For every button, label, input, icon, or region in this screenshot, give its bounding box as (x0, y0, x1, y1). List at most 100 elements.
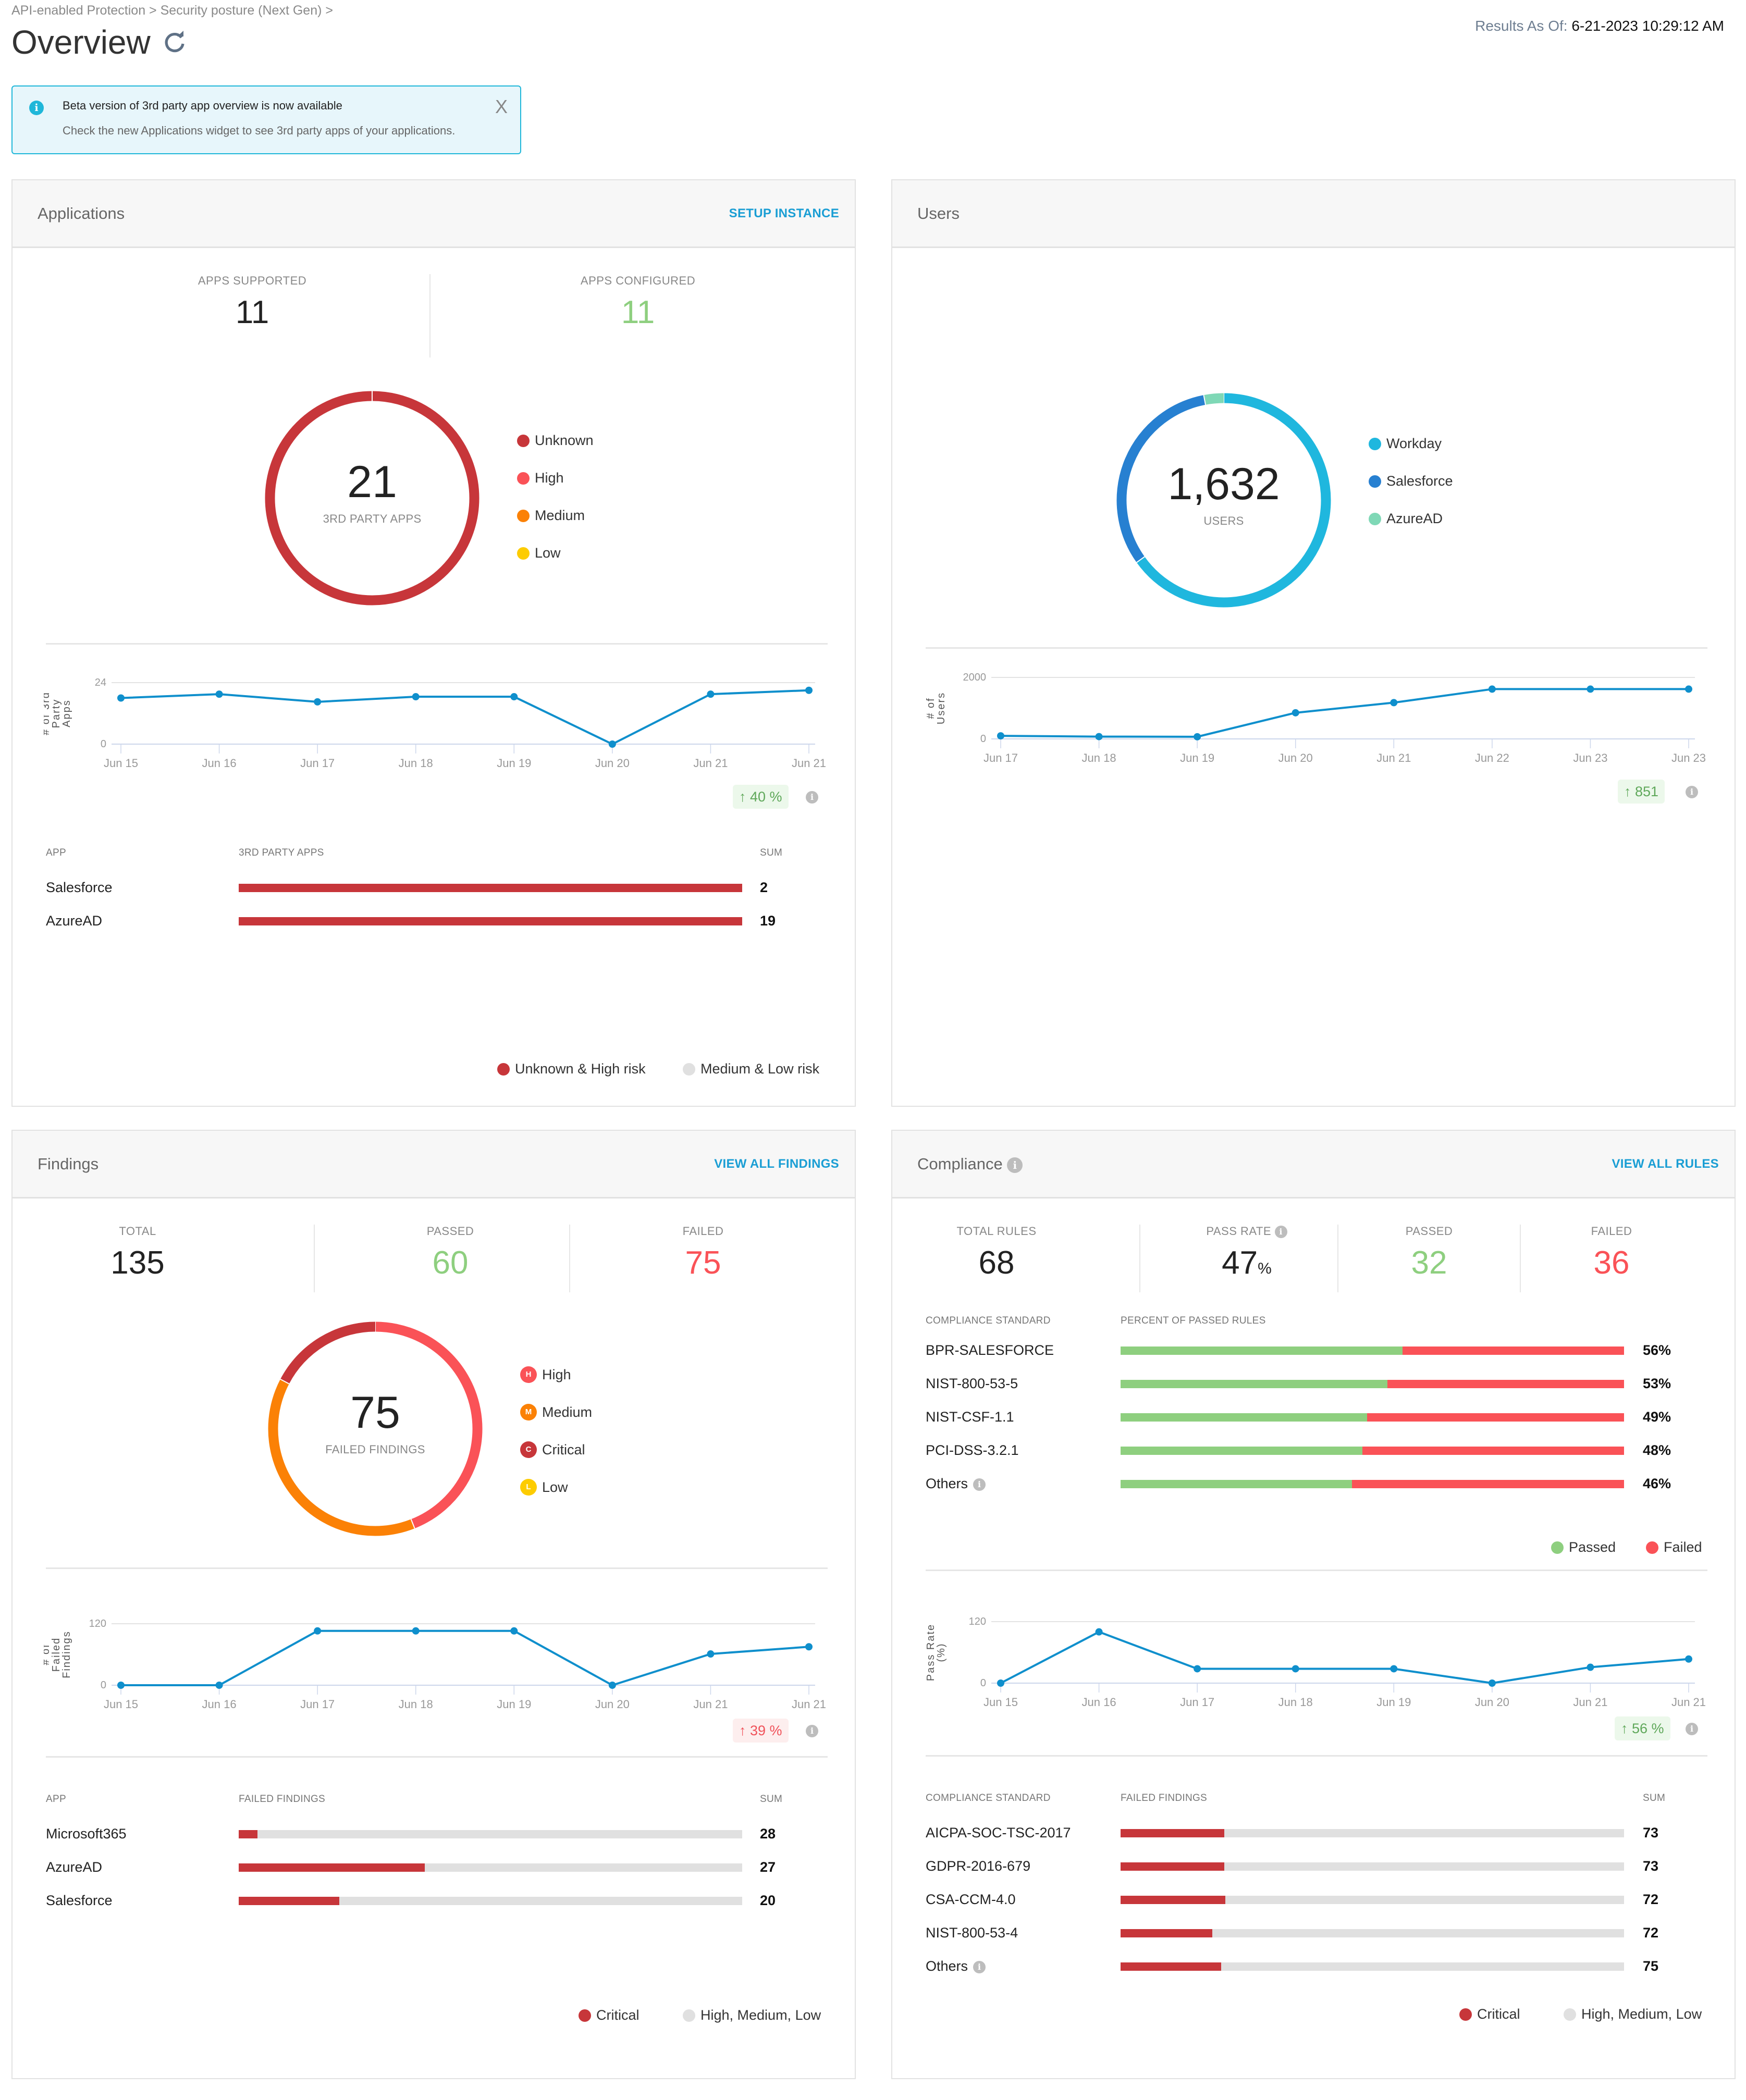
col-header-sum: SUM (1643, 1793, 1666, 1803)
stat-value: 68 (978, 1245, 1015, 1281)
stacked-bar[interactable] (1121, 1347, 1624, 1355)
data-point[interactable] (1685, 1655, 1692, 1663)
stacked-bar[interactable] (1121, 1862, 1624, 1871)
breadcrumb[interactable]: API-enabled Protection > Security postur… (11, 3, 333, 18)
stat-total-rules: TOTAL RULES 68 (913, 1225, 1080, 1281)
data-point[interactable] (805, 1643, 813, 1651)
stat-label: PASSED (426, 1225, 474, 1238)
stacked-bar[interactable] (1121, 1829, 1624, 1837)
data-point[interactable] (1685, 685, 1692, 693)
stacked-bar[interactable] (239, 884, 742, 892)
stacked-bar[interactable] (1121, 1962, 1624, 1971)
divider (926, 1570, 1707, 1571)
info-icon[interactable]: i (1686, 1723, 1698, 1735)
trend-value: 39 % (750, 1722, 782, 1738)
col-header-app: APP (46, 847, 66, 858)
x-tick-label: Jun 18 (1278, 1696, 1313, 1709)
info-icon[interactable]: i (1274, 1226, 1287, 1239)
banner-text: Check the new Applications widget to see… (63, 124, 456, 137)
data-point[interactable] (1095, 733, 1103, 740)
card-title: Compliance i (917, 1155, 1023, 1173)
data-point[interactable] (1390, 1665, 1398, 1673)
divider (314, 1225, 315, 1292)
stat-value: 32 (1411, 1245, 1447, 1281)
donut-total: 1,632 (1167, 459, 1280, 509)
data-point[interactable] (805, 686, 813, 694)
card-header: Compliance i VIEW ALL RULES (892, 1131, 1735, 1199)
data-point[interactable] (707, 1650, 715, 1658)
info-icon[interactable]: i (973, 1960, 986, 1973)
bar-fill (1121, 1896, 1225, 1904)
pass-rate-unit: % (1258, 1260, 1272, 1278)
data-point[interactable] (1488, 1679, 1496, 1687)
x-tick-label: Jun 17 (300, 1698, 335, 1711)
data-point[interactable] (997, 1679, 1004, 1687)
trend-value: 40 % (750, 788, 782, 805)
stacked-bar[interactable] (1121, 1447, 1624, 1455)
stacked-bar[interactable] (239, 1830, 742, 1838)
data-point[interactable] (1390, 699, 1398, 707)
data-point[interactable] (1587, 685, 1594, 693)
stat-passed: PASSED 60 (362, 1225, 539, 1281)
view-all-rules-link[interactable]: VIEW ALL RULES (1612, 1157, 1719, 1171)
row-name: GDPR-2016-679 (926, 1858, 1031, 1874)
bar-fill (1121, 1862, 1224, 1871)
data-point[interactable] (117, 1682, 125, 1689)
stacked-bar[interactable] (239, 917, 742, 925)
legend-dot (683, 2009, 695, 2022)
info-icon[interactable]: i (973, 1478, 986, 1491)
close-icon[interactable]: X (495, 96, 508, 118)
data-point[interactable] (215, 1682, 223, 1689)
stacked-bar[interactable] (1121, 1896, 1624, 1904)
stacked-bar[interactable] (239, 1897, 742, 1905)
data-point[interactable] (510, 1627, 518, 1635)
setup-instance-link[interactable]: SETUP INSTANCE (729, 206, 839, 221)
donut-slice-azuread[interactable] (1203, 393, 1224, 405)
stacked-bar[interactable] (239, 1863, 742, 1872)
trend-badge: ↑ 851 (1618, 780, 1665, 804)
data-point[interactable] (412, 1627, 420, 1635)
data-point[interactable] (608, 740, 616, 748)
stacked-bar[interactable] (1121, 1380, 1624, 1388)
stacked-bar[interactable] (1121, 1929, 1624, 1937)
data-point[interactable] (1292, 1665, 1299, 1673)
data-point[interactable] (314, 1627, 322, 1635)
donut-label: FAILED FINDINGS (325, 1443, 425, 1456)
data-point[interactable] (1587, 1663, 1594, 1671)
series-line (121, 1629, 809, 1686)
page-title: Overview (11, 23, 151, 61)
view-all-findings-link[interactable]: VIEW ALL FINDINGS (714, 1157, 839, 1171)
data-point[interactable] (1488, 685, 1496, 693)
row-name: PCI-DSS-3.2.1 (926, 1442, 1019, 1458)
data-point[interactable] (608, 1682, 616, 1689)
data-point[interactable] (1095, 1628, 1103, 1636)
data-point[interactable] (1194, 733, 1201, 740)
legend-label: High (542, 1366, 571, 1382)
info-icon[interactable]: i (1686, 786, 1698, 798)
bar-fill (1121, 1829, 1224, 1837)
refresh-icon[interactable] (163, 30, 188, 55)
data-point[interactable] (1194, 1665, 1201, 1673)
stat-value: 135 (110, 1245, 165, 1281)
data-point[interactable] (117, 694, 125, 702)
data-point[interactable] (314, 698, 322, 706)
data-point[interactable] (215, 690, 223, 698)
stat-passed: PASSED 32 (1351, 1225, 1507, 1281)
info-icon[interactable]: i (806, 791, 818, 804)
data-point[interactable] (412, 693, 420, 701)
divider (1520, 1225, 1521, 1292)
data-point[interactable] (510, 693, 518, 701)
x-tick-label: Jun 18 (399, 757, 433, 770)
stacked-bar[interactable] (1121, 1480, 1624, 1488)
data-point[interactable] (1292, 709, 1299, 717)
data-point[interactable] (707, 690, 715, 698)
donut-slice-critical[interactable] (280, 1321, 376, 1384)
col-header-percent-passed: PERCENT OF PASSED RULES (1121, 1315, 1266, 1326)
stacked-bar[interactable] (1121, 1413, 1624, 1422)
info-icon[interactable]: i (806, 1725, 818, 1737)
info-icon[interactable]: i (1007, 1157, 1023, 1173)
col-header-failed-findings: FAILED FINDINGS (1121, 1793, 1208, 1803)
row-name: Microsoft365 (46, 1826, 127, 1842)
data-point[interactable] (997, 732, 1004, 740)
stat-value: 11 (235, 294, 269, 330)
